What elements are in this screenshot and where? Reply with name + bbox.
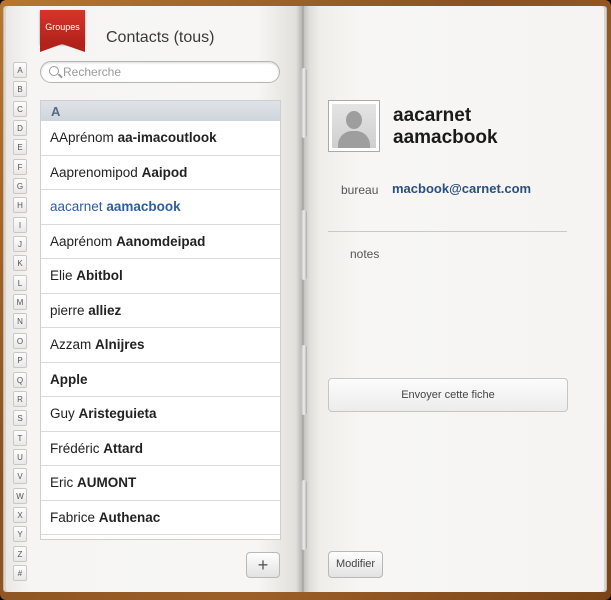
alphabet-index[interactable]: A B C D E F G H I J K L M N O P Q R S T U V W X Y Z # [13,62,29,584]
contact-first-name: Azzam [50,337,92,352]
contact-row[interactable]: AAprénom aa-imacoutlook [41,121,280,156]
contact-first-name: Eric [50,475,74,490]
contact-row[interactable]: Azzam Alnijres [41,328,280,363]
search-input[interactable] [63,64,273,80]
spine-ring [301,210,307,280]
divider [328,231,567,232]
contact-last-name: aamacbook [106,199,181,214]
contact-row[interactable]: Elie Abitbol [41,259,280,294]
contact-first-name: Guy [50,406,75,421]
contact-last-name: Aanomdeipad [116,233,206,249]
index-letter[interactable]: Q [13,371,27,388]
contact-last-name: Alnijres [95,337,145,352]
index-letter[interactable]: B [13,81,27,98]
contact-first-name: Aaprénom [50,233,113,249]
index-letter[interactable]: H [13,197,27,214]
edit-button[interactable]: Modifier [328,551,383,578]
contact-first-name: Elie [50,268,73,283]
groups-label: Groupes [45,22,80,32]
index-letter[interactable]: C [13,100,27,117]
index-letter[interactable]: D [13,120,27,137]
contact-last-name: Aristeguieta [78,406,157,421]
contact-first-name: Fabrice [50,509,96,525]
contact-row[interactable]: Guy Aristeguieta [41,397,280,432]
right-page [302,6,604,592]
index-letter[interactable]: E [13,139,27,156]
section-header: A [41,101,280,121]
contact-last-name: Abitbol [76,268,123,283]
contact-row[interactable]: Fabrice Authenac [41,501,280,535]
index-letter[interactable]: G [13,178,27,195]
contact-last-name: Aaipod [141,164,188,180]
contact-last-name: Authenac [98,509,161,525]
index-letter[interactable]: A [13,62,27,78]
contact-row[interactable]: Aaprénom Aanomdeipad [41,225,280,259]
contact-last-name: Attard [103,440,144,456]
groups-button[interactable]: Groupes [40,10,85,52]
contact-last-name: alliez [88,302,122,318]
contact-row[interactable]: Aaprenomipod Aaipod [41,156,280,190]
index-letter[interactable]: J [13,236,27,253]
index-letter[interactable]: P [13,352,27,369]
contact-first-name: aacarnet [50,199,103,214]
notes-label: notes [350,247,380,261]
index-letter[interactable]: U [13,448,27,465]
index-letter[interactable]: W [13,487,27,504]
contact-first-name: Frédéric [50,440,100,456]
spine-ring [301,68,307,138]
index-letter[interactable]: K [13,255,27,272]
contact-last-name: aa-imacoutlook [117,130,217,145]
contact-first-name: aacarnet [393,105,472,126]
index-letter[interactable]: V [13,468,27,485]
contact-row[interactable]: Frédéric Attard [41,432,280,466]
email-link[interactable]: macbook@carnet.com [392,181,531,196]
contact-row[interactable]: Apple [41,363,280,397]
search-bar[interactable] [40,61,280,83]
index-letter[interactable]: O [13,332,27,349]
index-letter[interactable]: I [13,216,27,233]
index-letter[interactable]: L [13,274,27,291]
send-card-button[interactable]: Envoyer cette fiche [328,378,568,412]
index-letter[interactable]: N [13,313,27,330]
contact-last-name: Apple [50,371,88,387]
index-letter[interactable]: F [13,158,27,175]
page-title: Contacts (tous) [106,29,215,46]
index-letter[interactable]: M [13,294,27,311]
person-silhouette-icon [332,104,376,148]
index-letter[interactable]: Y [13,526,27,543]
add-contact-button[interactable]: + [246,552,280,578]
spine-ring [301,480,307,550]
contact-first-name: Aaprenomipod [50,164,138,180]
contact-list[interactable]: A AAprénom aa-imacoutlook Aaprenomipod Aa… [40,100,281,540]
field-label-bureau: bureau [341,183,379,197]
index-letter[interactable]: # [13,564,27,581]
index-letter[interactable]: T [13,429,27,446]
contact-last-name: aamacbook [393,127,498,148]
index-letter[interactable]: R [13,390,27,407]
contact-row[interactable]: pierre alliez [41,294,280,328]
index-letter[interactable]: X [13,506,27,523]
contact-row[interactable]: aacarnet aamacbook [41,190,280,225]
contact-last-name: AUMONT [77,475,137,490]
contact-first-name: AAprénom [50,130,114,145]
index-letter[interactable]: S [13,410,27,427]
contact-row[interactable]: Eric AUMONT [41,466,280,501]
avatar[interactable] [328,100,380,152]
index-letter[interactable]: Z [13,545,27,562]
spine-ring [301,345,307,415]
search-icon [49,66,59,76]
contact-first-name: pierre [50,302,85,318]
